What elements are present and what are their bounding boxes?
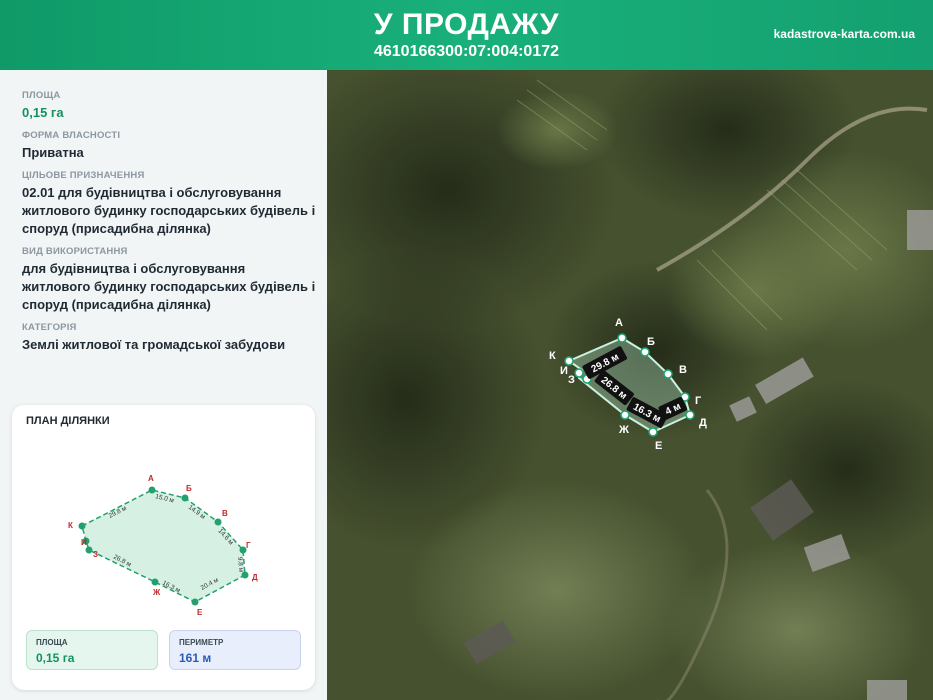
map-vertex-a bbox=[617, 333, 627, 343]
map-label-e: Е bbox=[655, 440, 662, 452]
plan-label-z: З bbox=[93, 550, 98, 559]
map-label-zh: Ж bbox=[618, 424, 629, 436]
plan-vertex-zh bbox=[151, 578, 159, 586]
map-vertex-d bbox=[685, 410, 695, 420]
satellite-map[interactable]: 29.8 м 26.8 м 16.3 м 4 м А Б В Г Д Е Ж З… bbox=[327, 70, 933, 700]
plot-plan-card: ПЛАН ДІЛЯНКИ А Б В Г Д Е Ж З И К 29.8 м … bbox=[12, 405, 315, 690]
plan-label-a: А bbox=[148, 474, 154, 483]
perimeter-stat-label: ПЕРИМЕТР bbox=[179, 638, 224, 647]
map-label-d: Д bbox=[699, 417, 707, 429]
perimeter-stat-value: 161 м bbox=[179, 651, 212, 665]
area-stat-label: ПЛОЩА bbox=[36, 638, 68, 647]
area-field: ПЛОЩА 0,15 га bbox=[22, 90, 317, 122]
plan-label-zh: Ж bbox=[152, 588, 161, 597]
map-vertex-e bbox=[648, 427, 658, 437]
area-label: ПЛОЩА bbox=[22, 90, 61, 101]
purpose-label: ЦІЛЬОВЕ ПРИЗНАЧЕННЯ bbox=[22, 170, 145, 181]
map-vertex-v bbox=[663, 369, 673, 379]
plan-vertex-k bbox=[78, 522, 86, 530]
info-sidebar: ПЛОЩА 0,15 га ФОРМА ВЛАСНОСТІ Приватна Ц… bbox=[0, 70, 327, 700]
plan-vertex-b bbox=[181, 494, 189, 502]
plan-vertex-d bbox=[241, 571, 249, 579]
plan-label-b: Б bbox=[186, 484, 192, 493]
map-label-z: З bbox=[568, 374, 575, 386]
plan-vertex-a bbox=[148, 486, 156, 494]
header-banner: У ПРОДАЖУ 4610166300:07:004:0172 kadastr… bbox=[0, 0, 933, 70]
category-value: Землі житлової та громадської забудови bbox=[22, 337, 286, 352]
cadastral-number: 4610166300:07:004:0172 bbox=[373, 43, 560, 60]
purpose-value: 02.01 для будівництва і обслуговування ж… bbox=[22, 185, 316, 236]
plot-plan-diagram: А Б В Г Д Е Ж З И К 29.8 м 15.0 м 14.9 м… bbox=[68, 474, 258, 617]
usage-label: ВИД ВИКОРИСТАННЯ bbox=[22, 246, 128, 257]
usage-field: ВИД ВИКОРИСТАННЯ для будівництва і обслу… bbox=[22, 246, 317, 314]
ownership-label: ФОРМА ВЛАСНОСТІ bbox=[22, 130, 121, 141]
map-vertex-k bbox=[564, 356, 574, 366]
category-field: КАТЕГОРІЯ Землі житлової та громадської … bbox=[22, 322, 317, 354]
plan-label-v: В bbox=[222, 509, 228, 518]
plan-label-y: И bbox=[81, 538, 87, 547]
map-label-a: А bbox=[615, 317, 623, 329]
plan-vertex-v bbox=[214, 518, 222, 526]
purpose-field: ЦІЛЬОВЕ ПРИЗНАЧЕННЯ 02.01 для будівництв… bbox=[22, 170, 317, 238]
perimeter-stat-card: ПЕРИМЕТР 161 м bbox=[169, 630, 301, 670]
plan-label-g: Г bbox=[246, 541, 251, 550]
plan-vertex-e bbox=[191, 598, 199, 606]
ownership-value: Приватна bbox=[22, 145, 84, 160]
map-vertex-zh bbox=[620, 410, 630, 420]
plot-plan-title: ПЛАН ДІЛЯНКИ bbox=[26, 415, 110, 427]
plan-label-e: Е bbox=[197, 608, 203, 617]
satellite-imagery: 29.8 м 26.8 м 16.3 м 4 м А Б В Г Д Е Ж З… bbox=[327, 70, 933, 700]
map-label-v: В bbox=[679, 364, 687, 376]
plan-label-k: К bbox=[68, 521, 73, 530]
parcel-info: ПЛОЩА 0,15 га ФОРМА ВЛАСНОСТІ Приватна Ц… bbox=[22, 90, 317, 362]
ownership-field: ФОРМА ВЛАСНОСТІ Приватна bbox=[22, 130, 317, 162]
plan-label-d: Д bbox=[252, 573, 258, 582]
map-vertex-b bbox=[640, 347, 650, 357]
map-label-y: И bbox=[560, 365, 568, 377]
plan-edge-gd: 9.8 м bbox=[236, 557, 244, 573]
map-label-k: К bbox=[549, 350, 556, 362]
area-value: 0,15 га bbox=[22, 105, 64, 120]
plan-vertex-z bbox=[85, 546, 93, 554]
area-stat-card: ПЛОЩА 0,15 га bbox=[26, 630, 158, 670]
site-link[interactable]: kadastrova-karta.com.ua bbox=[774, 27, 915, 41]
usage-value: для будівництва і обслуговування житлово… bbox=[22, 261, 316, 312]
map-label-b: Б bbox=[647, 336, 655, 348]
map-label-g: Г bbox=[695, 395, 702, 407]
map-vertex-y bbox=[574, 368, 584, 378]
area-stat-value: 0,15 га bbox=[36, 651, 75, 665]
category-label: КАТЕГОРІЯ bbox=[22, 322, 77, 333]
